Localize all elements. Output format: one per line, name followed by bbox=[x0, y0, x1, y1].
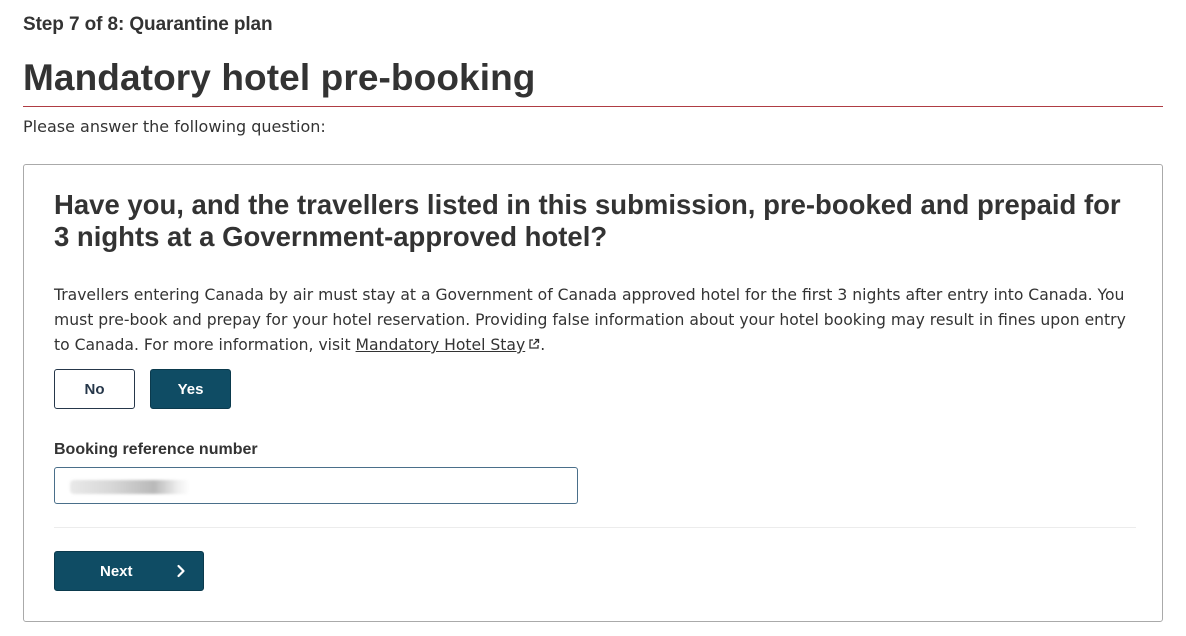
question-description: Travellers entering Canada by air must s… bbox=[54, 283, 1129, 358]
chevron-right-icon bbox=[177, 564, 185, 578]
mandatory-hotel-stay-link[interactable]: Mandatory Hotel Stay bbox=[356, 336, 526, 354]
question-panel: Have you, and the travellers listed in t… bbox=[23, 164, 1163, 622]
question-heading: Have you, and the travellers listed in t… bbox=[54, 189, 1121, 252]
next-button-label: Next bbox=[100, 562, 133, 580]
step-indicator: Step 7 of 8: Quarantine plan bbox=[23, 14, 273, 35]
intro-text: Please answer the following question: bbox=[23, 117, 326, 136]
external-link-icon bbox=[529, 338, 540, 349]
description-end: . bbox=[540, 336, 546, 354]
booking-reference-input[interactable] bbox=[54, 467, 578, 504]
yes-button[interactable]: Yes bbox=[150, 369, 231, 409]
page: Step 7 of 8: Quarantine plan Mandatory h… bbox=[0, 0, 1186, 636]
form-divider bbox=[54, 527, 1136, 528]
booking-reference-label: Booking reference number bbox=[54, 441, 258, 458]
redacted-value bbox=[70, 480, 190, 494]
next-button[interactable]: Next bbox=[54, 551, 204, 591]
title-divider bbox=[23, 106, 1163, 107]
description-text: Travellers entering Canada by air must s… bbox=[54, 286, 1126, 354]
no-button[interactable]: No bbox=[54, 369, 135, 409]
page-title: Mandatory hotel pre-booking bbox=[23, 57, 536, 98]
